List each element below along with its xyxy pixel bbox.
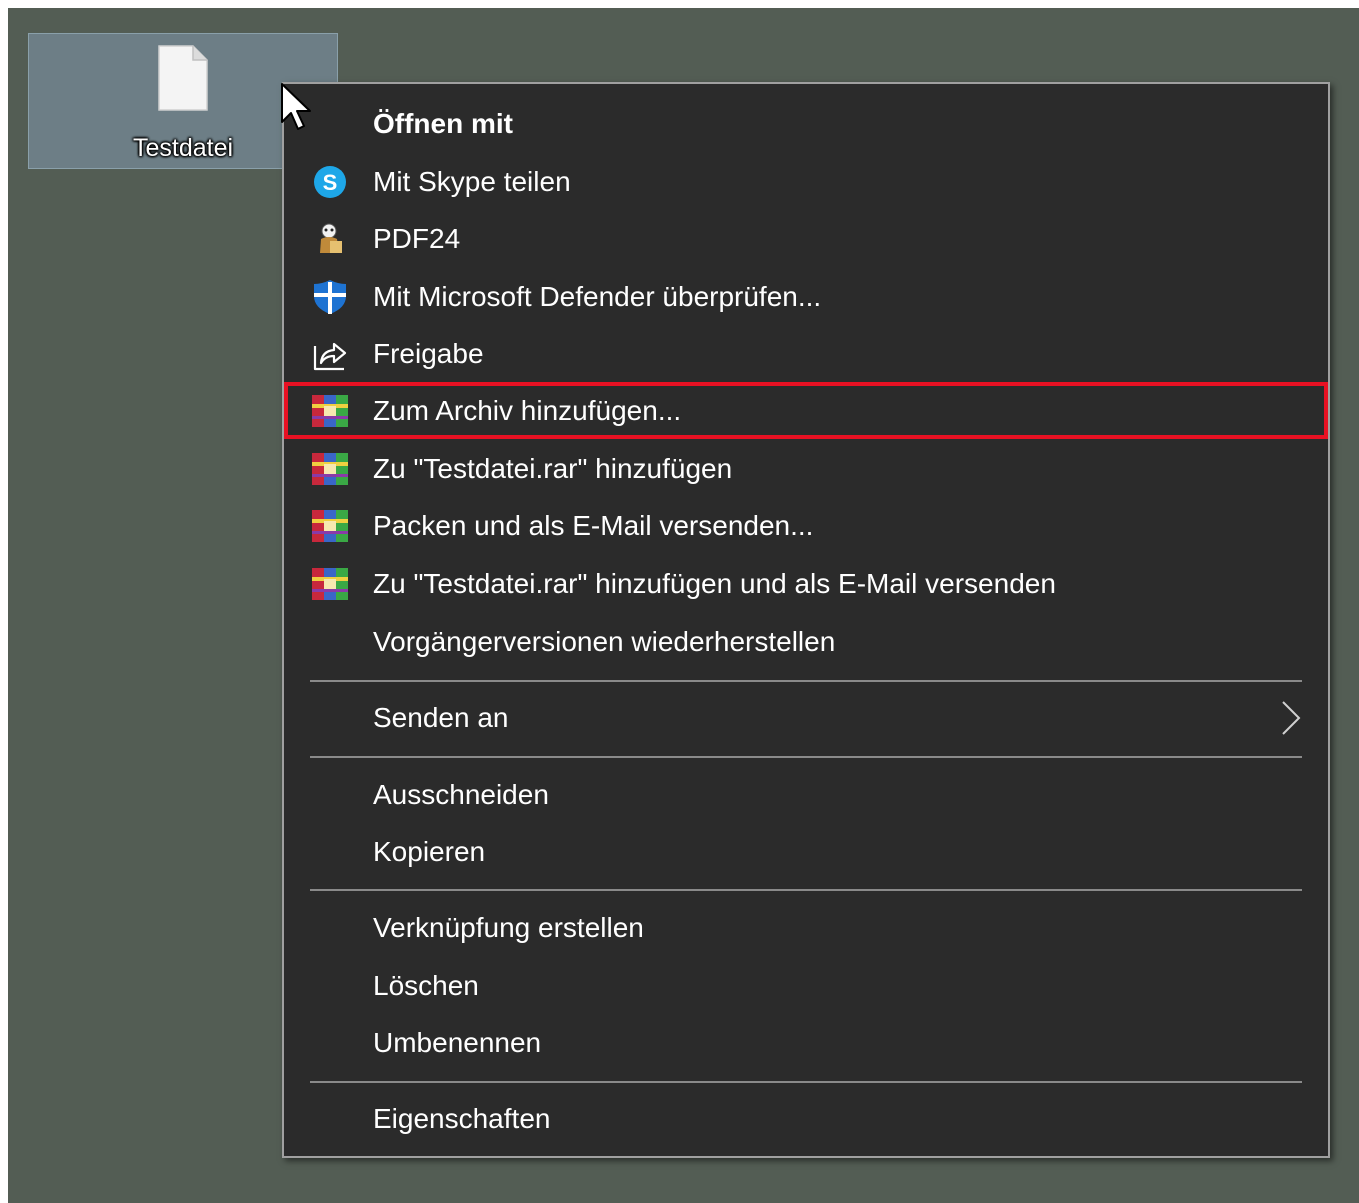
menu-item-restore-previous-versions[interactable]: Vorgängerversionen wiederherstellen (284, 613, 1328, 670)
menu-item-label: Zu "Testdatei.rar" hinzufügen (373, 452, 733, 484)
menu-item-label: Packen und als E-Mail versenden... (373, 509, 814, 541)
menu-item-label: Zu "Testdatei.rar" hinzufügen und als E-… (373, 567, 1056, 599)
menu-separator (310, 889, 1302, 891)
menu-item-label: Freigabe (373, 337, 484, 369)
menu-separator (310, 680, 1302, 682)
menu-item-label: Eigenschaften (373, 1102, 551, 1134)
menu-item-pack-and-email[interactable]: Packen und als E-Mail versenden... (284, 497, 1328, 554)
menu-item-label: Zum Archiv hinzufügen... (373, 394, 682, 426)
menu-item-label: Senden an (373, 701, 509, 733)
skype-icon: S (310, 162, 350, 202)
menu-item-label: Löschen (373, 969, 479, 1001)
winrar-icon (310, 564, 350, 604)
share-icon (310, 334, 350, 374)
winrar-icon (310, 449, 350, 489)
menu-item-pdf24[interactable]: PDF24 (284, 210, 1328, 267)
context-menu: Öffnen mit S Mit Skype teilen PDF24 Mit … (282, 82, 1330, 1158)
menu-item-label: Verknüpfung erstellen (373, 911, 644, 943)
menu-item-share-skype[interactable]: S Mit Skype teilen (284, 153, 1328, 210)
menu-item-label: Öffnen mit (373, 107, 513, 139)
menu-item-share[interactable]: Freigabe (284, 325, 1328, 382)
chevron-right-icon (1282, 700, 1301, 735)
menu-item-label: Mit Skype teilen (373, 165, 571, 197)
menu-item-label: Umbenennen (373, 1026, 542, 1058)
menu-item-add-to-rar[interactable]: Zu "Testdatei.rar" hinzufügen (284, 440, 1328, 497)
menu-item-add-to-rar-and-email[interactable]: Zu "Testdatei.rar" hinzufügen und als E-… (284, 555, 1328, 612)
menu-item-label: Mit Microsoft Defender überprüfen... (373, 280, 822, 312)
menu-item-label: Kopieren (373, 835, 486, 867)
defender-shield-icon (310, 277, 350, 317)
winrar-icon (310, 506, 350, 546)
menu-item-delete[interactable]: Löschen (284, 957, 1328, 1014)
document-file-icon (158, 45, 208, 111)
menu-item-create-shortcut[interactable]: Verknüpfung erstellen (284, 899, 1328, 956)
menu-separator (310, 756, 1302, 758)
menu-item-add-to-archive[interactable]: Zum Archiv hinzufügen... (284, 382, 1328, 439)
menu-item-send-to[interactable]: Senden an (284, 689, 1328, 746)
winrar-icon (310, 391, 350, 431)
mouse-pointer-icon (281, 83, 311, 130)
menu-item-defender-scan[interactable]: Mit Microsoft Defender überprüfen... (284, 268, 1328, 325)
menu-item-rename[interactable]: Umbenennen (284, 1014, 1328, 1071)
menu-item-open-with[interactable]: Öffnen mit (284, 95, 1328, 152)
menu-item-label: Vorgängerversionen wiederherstellen (373, 625, 836, 657)
pdf24-icon (310, 219, 350, 259)
menu-separator (310, 1081, 1302, 1083)
menu-item-copy[interactable]: Kopieren (284, 823, 1328, 880)
menu-item-label: Ausschneiden (373, 778, 549, 810)
menu-item-cut[interactable]: Ausschneiden (284, 766, 1328, 823)
svg-text:S: S (323, 170, 338, 195)
menu-item-label: PDF24 (373, 222, 461, 254)
menu-item-properties[interactable]: Eigenschaften (284, 1090, 1328, 1147)
